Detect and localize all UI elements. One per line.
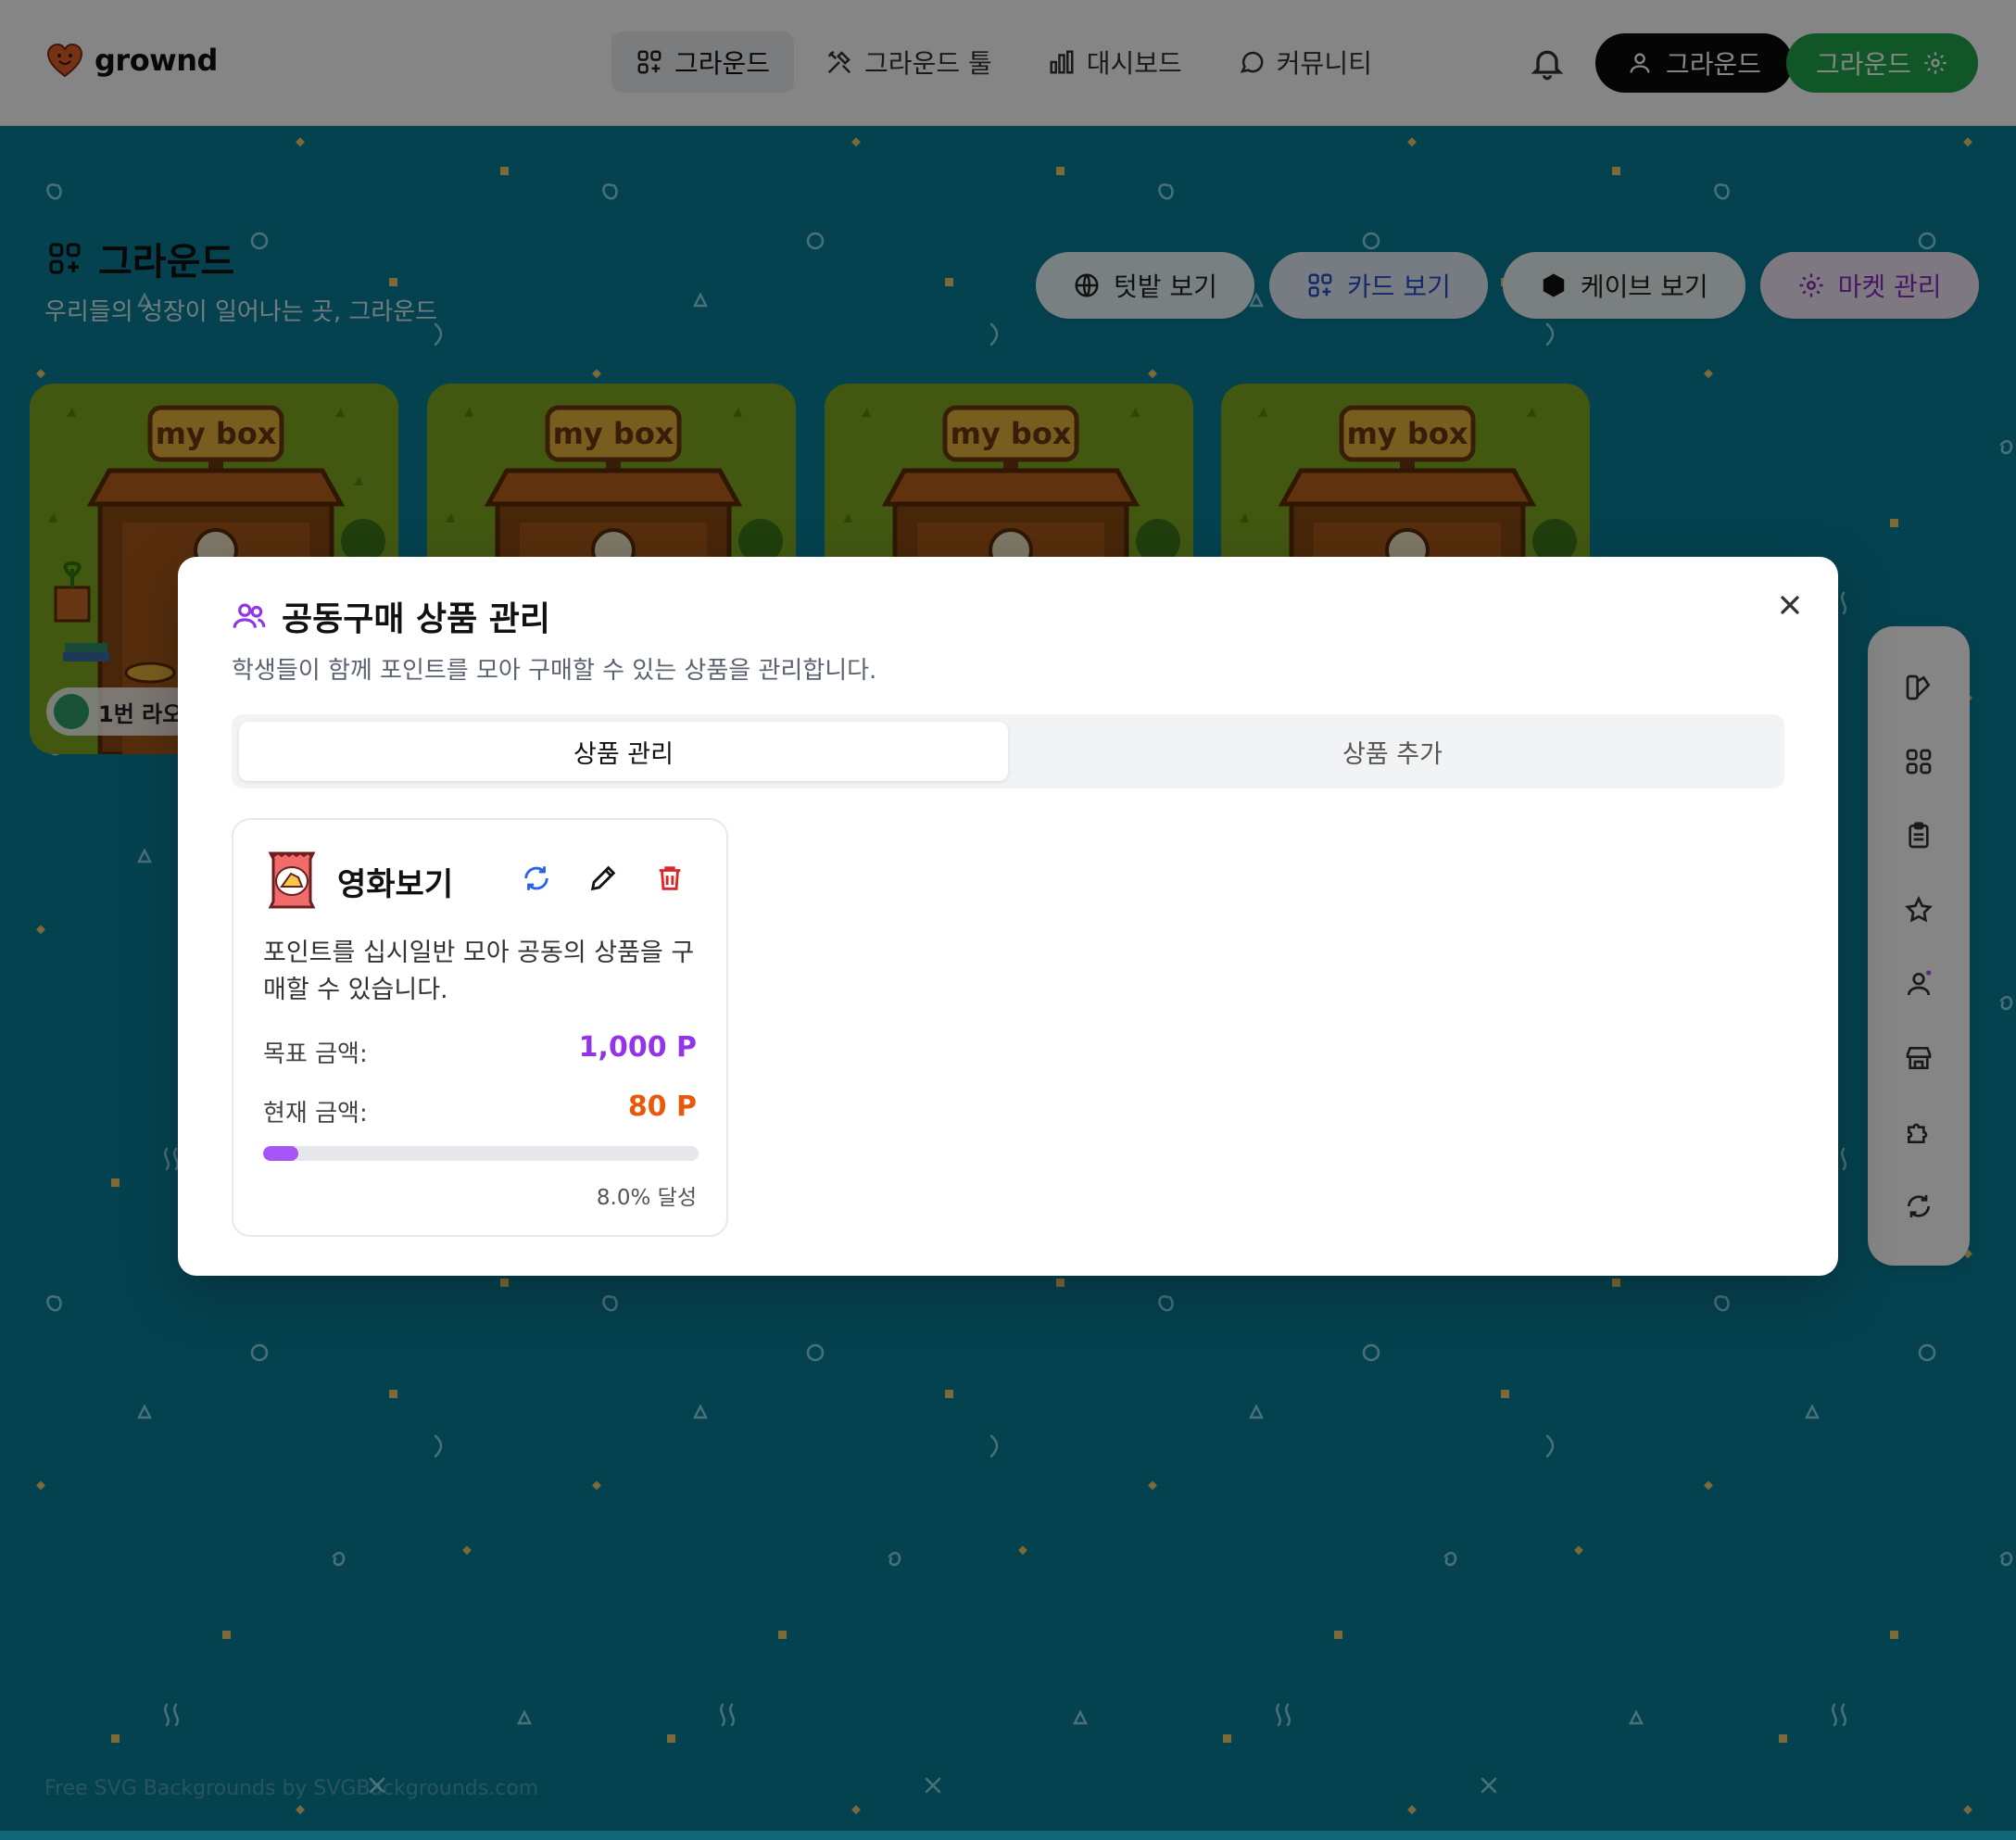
current-label: 현재 금액: bbox=[263, 1100, 368, 1128]
modal-title-text: 공동구매 상품 관리 bbox=[282, 600, 551, 638]
pencil-icon[interactable] bbox=[587, 863, 619, 894]
users-icon bbox=[233, 603, 266, 628]
modal-title: 공동구매 상품 관리 bbox=[232, 592, 550, 640]
product-name: 영화보기 bbox=[337, 866, 454, 903]
modal-tabs: 상품 관리 상품 추가 bbox=[232, 714, 1784, 788]
goal-value: 1,000 P bbox=[578, 1031, 697, 1064]
progress-bar bbox=[263, 1146, 699, 1161]
trash-icon[interactable] bbox=[654, 863, 686, 894]
progress-text: 8.0% 달성 bbox=[596, 1186, 697, 1210]
current-value: 80 P bbox=[627, 1090, 697, 1123]
product-description: 포인트를 십시일반 모아 공동의 상품을 구매할 수 있습니다. bbox=[263, 939, 695, 1004]
refresh-icon[interactable] bbox=[521, 863, 552, 894]
progress-fill bbox=[263, 1146, 298, 1161]
modal-description: 학생들이 함께 포인트를 모아 구매할 수 있는 상품을 관리합니다. bbox=[232, 657, 877, 685]
tab-manage-products[interactable]: 상품 관리 bbox=[239, 722, 1008, 781]
snack-bag-icon bbox=[268, 851, 316, 909]
close-icon[interactable] bbox=[1775, 590, 1805, 620]
group-purchase-modal: 공동구매 상품 관리 학생들이 함께 포인트를 모아 구매할 수 있는 상품을 … bbox=[178, 557, 1838, 1276]
product-card: 영화보기 포인트를 십시일반 모아 공동의 상품을 구매할 수 있습니다. 목표… bbox=[232, 818, 728, 1237]
goal-label: 목표 금액: bbox=[263, 1040, 368, 1068]
tab-add-product[interactable]: 상품 추가 bbox=[1008, 722, 1777, 781]
